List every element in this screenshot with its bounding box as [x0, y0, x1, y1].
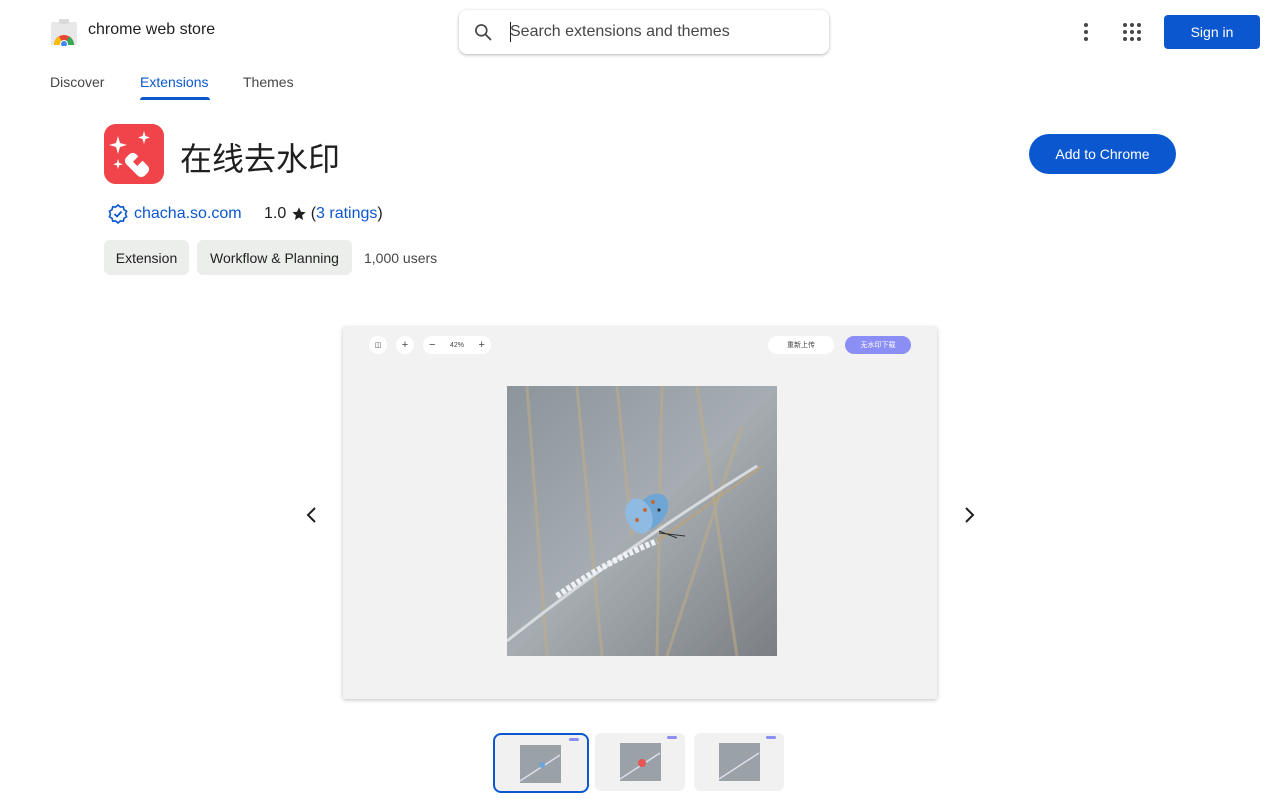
thumbnail-2[interactable] [595, 733, 685, 791]
active-tab-indicator [140, 97, 210, 100]
zoom-out-icon: − [429, 339, 436, 351]
apps-grid-icon[interactable] [1121, 21, 1143, 43]
thumb-bar [667, 736, 677, 739]
chevron-right-icon[interactable] [956, 502, 982, 528]
search-input[interactable] [510, 22, 810, 42]
chip-extension[interactable]: Extension [104, 240, 189, 275]
thumb-bar [766, 736, 776, 739]
store-brand-name[interactable]: chrome web store [88, 21, 215, 39]
rating-value: 1.0 [264, 205, 287, 222]
zoom-level: 42% [449, 341, 464, 349]
sign-in-button[interactable]: Sign in [1164, 15, 1260, 49]
search-box[interactable] [459, 10, 829, 54]
extension-icon [104, 124, 164, 184]
download-button: 无水印下载 [845, 336, 911, 354]
ratings-close-paren: ) [377, 205, 383, 222]
thumbnail-3[interactable] [694, 733, 784, 791]
thumbnail-photo [719, 743, 760, 781]
screenshot-preview: ◫ + − 42% + 重新上传 无水印下载 [343, 327, 937, 699]
rating-summary: 1.0 ( 3 ratings ) [264, 205, 383, 223]
chevron-left-icon[interactable] [299, 502, 325, 528]
add-icon: + [396, 336, 414, 354]
thumbnail-photo [620, 743, 661, 781]
text-caret [510, 22, 511, 42]
butterfly-photo [507, 386, 777, 656]
thumb-bar [569, 738, 579, 741]
thumbnail-1[interactable] [493, 733, 589, 793]
extension-title: 在线去水印 [180, 141, 341, 177]
user-count: 1,000 users [364, 250, 438, 266]
verified-icon [108, 204, 128, 224]
compare-icon: ◫ [369, 336, 387, 354]
tab-discover[interactable]: Discover [50, 74, 104, 90]
tab-themes[interactable]: Themes [243, 74, 294, 90]
zoom-control: − 42% + [423, 336, 491, 354]
ratings-open-paren: ( [306, 205, 317, 222]
add-to-chrome-button[interactable]: Add to Chrome [1029, 134, 1176, 174]
zoom-in-icon: + [478, 339, 485, 351]
ratings-count-link[interactable]: 3 ratings [316, 205, 377, 223]
chrome-web-store-logo[interactable] [50, 18, 78, 46]
chip-category[interactable]: Workflow & Planning [197, 240, 352, 275]
publisher-link[interactable]: chacha.so.com [134, 205, 242, 223]
tab-extensions[interactable]: Extensions [140, 74, 208, 90]
thumbnail-photo [520, 745, 561, 783]
more-vert-icon[interactable] [1076, 21, 1096, 43]
search-icon[interactable] [473, 22, 493, 42]
reupload-button: 重新上传 [768, 336, 834, 354]
star-icon [292, 207, 306, 220]
